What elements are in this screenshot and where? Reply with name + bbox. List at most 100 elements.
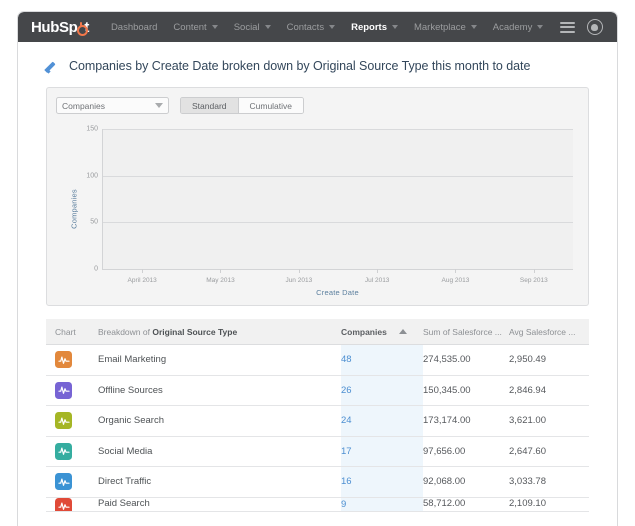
nav-item-label: Dashboard bbox=[110, 21, 158, 33]
chart-bar-column: Jun 2013 bbox=[260, 129, 338, 284]
top-navigation-bar: HubSp t Dashboard Content Social Contacts Rep… bbox=[18, 12, 617, 42]
chart-line-icon[interactable] bbox=[55, 351, 72, 369]
y-axis-tick: 50 bbox=[90, 218, 98, 226]
metric-select-value: Companies bbox=[62, 100, 105, 111]
table-row[interactable]: Offline Sources 26 150,345.00 2,846.94 bbox=[46, 375, 589, 406]
header-breakdown: Breakdown of Original Source Type bbox=[98, 327, 341, 337]
metric-select[interactable]: Companies bbox=[56, 97, 169, 114]
cell-source-name: Email Marketing bbox=[98, 354, 167, 366]
cell-sum-salesforce: 97,656.00 bbox=[423, 445, 466, 457]
cell-chart-toggle bbox=[46, 497, 98, 511]
nav-item-label: Marketplace bbox=[413, 21, 466, 33]
chevron-down-icon bbox=[391, 25, 398, 29]
cell-source-name: Paid Search bbox=[98, 497, 150, 509]
tab-standard[interactable]: Standard bbox=[181, 98, 238, 113]
cell-avg-salesforce: 2,647.60 bbox=[509, 445, 546, 457]
chart-line-icon[interactable] bbox=[55, 412, 72, 430]
cell-companies-count[interactable]: 24 bbox=[341, 406, 423, 436]
nav-item-marketplace[interactable]: Marketplace bbox=[414, 22, 477, 33]
cell-chart-toggle bbox=[46, 351, 98, 369]
nav-item-dashboard[interactable]: Dashboard bbox=[111, 22, 157, 33]
chart-bar-column: May 2013 bbox=[181, 129, 259, 284]
y-axis-label: Companies bbox=[69, 188, 79, 229]
cell-sum-salesforce: 92,068.00 bbox=[423, 476, 466, 488]
chevron-down-icon bbox=[537, 25, 544, 29]
nav-item-label: Social bbox=[233, 21, 260, 33]
chart-bar-column: Aug 2013 bbox=[416, 129, 494, 284]
header-companies[interactable]: Companies bbox=[341, 327, 423, 337]
y-axis-tick: 0 bbox=[94, 265, 98, 273]
chevron-down-icon bbox=[155, 103, 163, 108]
table-row[interactable]: Email Marketing 48 274,535.00 2,950.49 bbox=[46, 345, 589, 376]
breakdown-table: Chart Breakdown of Original Source Type … bbox=[46, 319, 589, 512]
x-axis-tick-mark bbox=[533, 269, 535, 273]
tab-cumulative[interactable]: Cumulative bbox=[237, 98, 304, 113]
chart-line-icon[interactable] bbox=[55, 381, 72, 399]
table-row[interactable]: Paid Search 9 58,712.00 2,109.10 bbox=[46, 497, 589, 512]
view-mode-toggle: Standard Cumulative bbox=[180, 97, 305, 114]
nav-item-label: Content bbox=[173, 21, 207, 33]
report-page: Companies by Create Date broken down by … bbox=[18, 42, 617, 526]
chart-bar-column: April 2013 bbox=[103, 129, 181, 284]
cell-sum-salesforce: 58,712.00 bbox=[423, 497, 466, 509]
cell-avg-salesforce: 2,109.10 bbox=[509, 497, 546, 509]
table-row[interactable]: Organic Search 24 173,174.00 3,621.00 bbox=[46, 406, 589, 437]
cell-companies-count[interactable]: 17 bbox=[341, 436, 423, 466]
nav-items: Dashboard Content Social Contacts Reports Mar… bbox=[111, 22, 560, 33]
x-axis-tick-mark bbox=[455, 269, 457, 273]
cell-sum-salesforce: 173,174.00 bbox=[423, 415, 471, 427]
x-axis-tick-mark bbox=[298, 269, 300, 273]
header-companies-label: Companies bbox=[341, 326, 387, 337]
y-axis-tick: 150 bbox=[86, 125, 98, 133]
x-axis-tick: Sep 2013 bbox=[519, 277, 548, 284]
chart-bar-column: Jul 2013 bbox=[338, 129, 416, 284]
x-axis-tick: May 2013 bbox=[206, 277, 235, 284]
x-axis-tick: Jul 2013 bbox=[364, 277, 390, 284]
chevron-down-icon bbox=[329, 25, 336, 29]
header-avg-salesforce: Avg Salesforce ... bbox=[509, 326, 576, 337]
chart-line-icon[interactable] bbox=[55, 497, 72, 511]
pencil-edit-icon[interactable] bbox=[47, 60, 60, 73]
chart-plot-area: April 2013 May 2013 Jun 2013 Jul 2013 Aug 20… bbox=[86, 126, 573, 284]
cell-source-name: Direct Traffic bbox=[98, 476, 152, 488]
chart-bars: April 2013 May 2013 Jun 2013 Jul 2013 Aug 20… bbox=[103, 129, 573, 284]
nav-item-social[interactable]: Social bbox=[234, 22, 271, 33]
hubspot-logo[interactable]: HubSp t bbox=[31, 19, 89, 36]
chart-gridline bbox=[103, 175, 573, 177]
cell-companies-count[interactable]: 48 bbox=[341, 345, 423, 375]
header-chart: Chart bbox=[55, 326, 76, 337]
nav-item-label: Academy bbox=[492, 21, 533, 33]
table-row[interactable]: Direct Traffic 16 92,068.00 3,033.78 bbox=[46, 467, 589, 498]
nav-item-academy[interactable]: Academy bbox=[493, 22, 544, 33]
table-row[interactable]: Social Media 17 97,656.00 2,647.60 bbox=[46, 436, 589, 467]
cell-chart-toggle bbox=[46, 412, 98, 430]
x-axis-tick: Jun 2013 bbox=[285, 277, 313, 284]
sort-ascending-icon bbox=[398, 329, 407, 334]
x-axis-tick-mark bbox=[377, 269, 379, 273]
nav-item-label: Reports bbox=[351, 21, 387, 33]
chart-line-icon[interactable] bbox=[55, 442, 72, 460]
chevron-down-icon bbox=[470, 25, 477, 29]
x-axis-tick-mark bbox=[220, 269, 222, 273]
cell-source-name: Offline Sources bbox=[98, 384, 163, 396]
hamburger-menu-icon[interactable] bbox=[560, 19, 575, 35]
cell-chart-toggle bbox=[46, 473, 98, 491]
user-avatar-icon[interactable] bbox=[587, 19, 603, 35]
cell-companies-count[interactable]: 16 bbox=[341, 467, 423, 497]
chart-line-icon[interactable] bbox=[55, 473, 72, 491]
x-axis-tick-mark bbox=[142, 269, 144, 273]
nav-item-label: Contacts bbox=[286, 21, 325, 33]
nav-item-content[interactable]: Content bbox=[173, 21, 218, 33]
chart-panel: Companies Standard Cumulative Companies … bbox=[46, 87, 589, 306]
stacked-bar-chart: Companies April 2013 May 2013 Jun 2013 Jul … bbox=[56, 121, 579, 297]
cell-companies-count[interactable]: 9 bbox=[341, 497, 423, 511]
table-header-row: Chart Breakdown of Original Source Type … bbox=[46, 319, 589, 345]
table-body: Email Marketing 48 274,535.00 2,950.49 Offli… bbox=[46, 345, 589, 512]
chart-toolbar: Companies Standard Cumulative bbox=[47, 88, 588, 121]
cell-avg-salesforce: 2,950.49 bbox=[509, 354, 546, 366]
nav-item-reports[interactable]: Reports bbox=[351, 22, 398, 33]
chevron-down-icon bbox=[264, 25, 271, 29]
cell-sum-salesforce: 150,345.00 bbox=[423, 384, 471, 396]
nav-item-contacts[interactable]: Contacts bbox=[287, 22, 336, 33]
cell-companies-count[interactable]: 26 bbox=[341, 375, 423, 405]
